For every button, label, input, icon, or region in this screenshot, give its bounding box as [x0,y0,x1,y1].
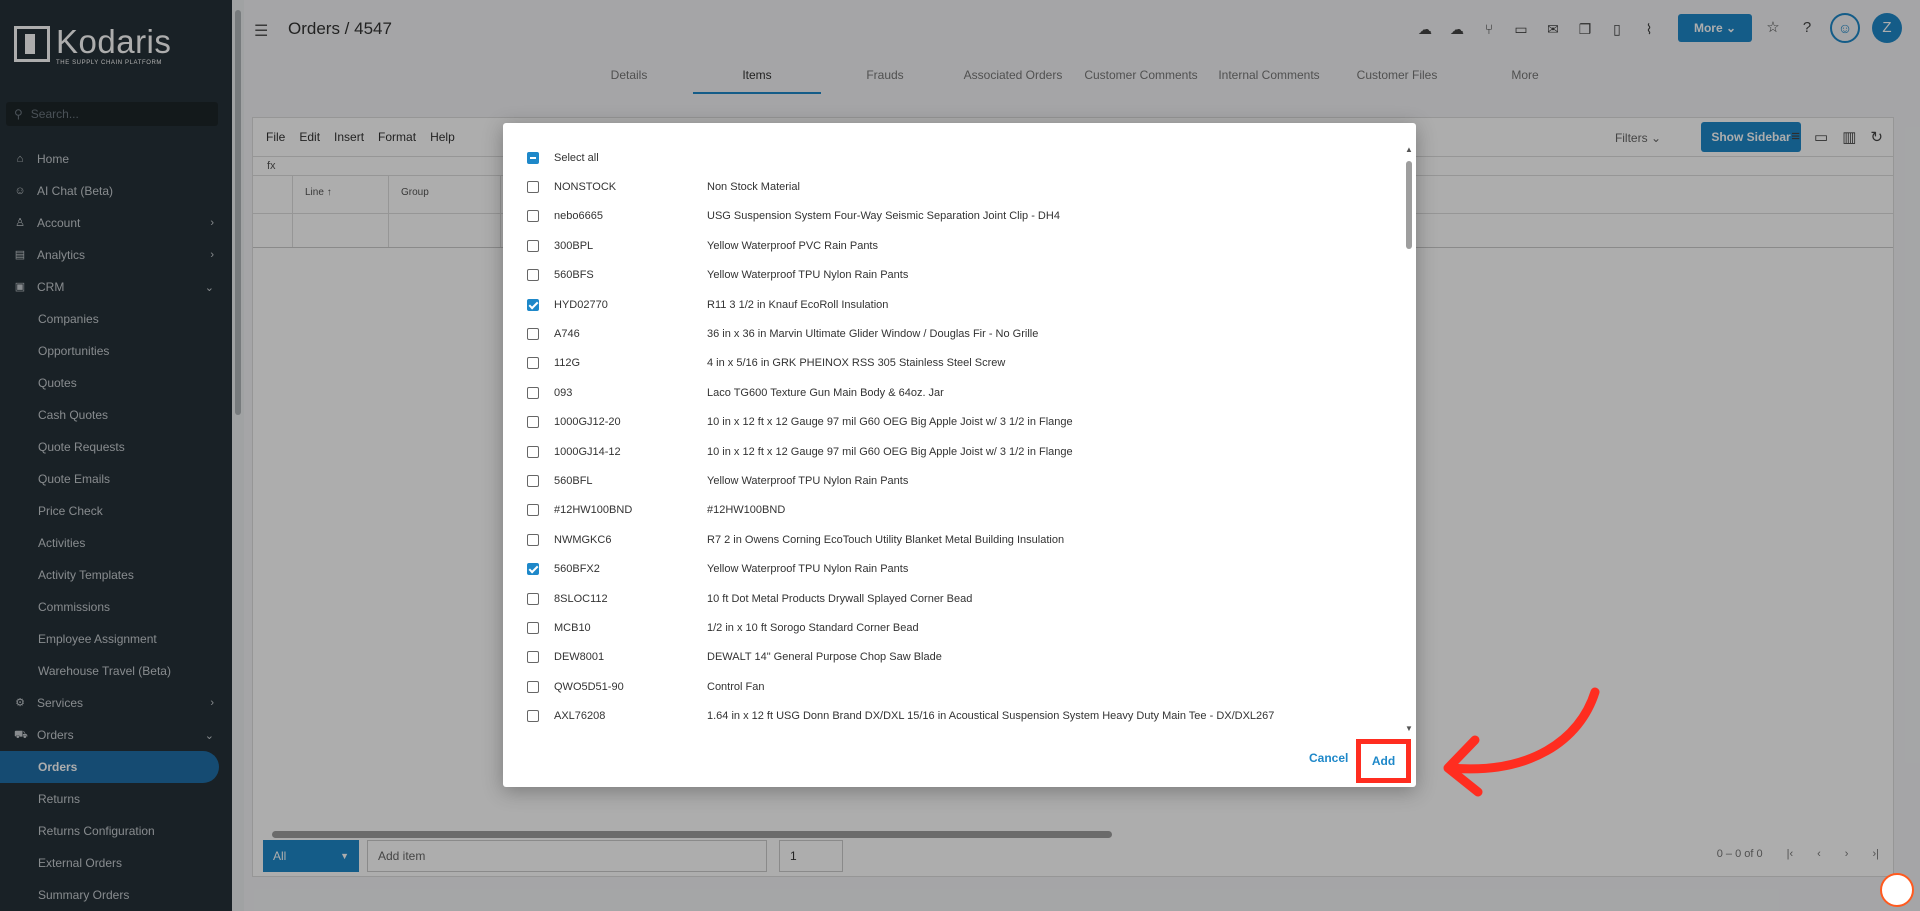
item-description: 10 ft Dot Metal Products Drywall Splayed… [707,592,973,605]
select-all-row[interactable]: Select all [517,143,1397,172]
list-item[interactable]: 093 Laco TG600 Texture Gun Main Body & 64… [517,378,1397,407]
item-code: nebo6665 [554,210,603,223]
list-item[interactable]: 1000GJ12-20 10 in x 12 ft x 12 Gauge 97 m… [517,408,1397,437]
item-checkbox[interactable] [527,474,539,487]
list-item[interactable]: 560BFX2 Yellow Waterproof TPU Nylon Rain … [517,554,1397,583]
item-checkbox[interactable] [527,328,539,341]
item-description: Yellow Waterproof TPU Nylon Rain Pants [707,563,909,576]
item-checklist: Select all NONSTOCK Non Stock Material nebo… [517,143,1397,743]
scroll-up-icon[interactable]: ▲ [1405,145,1413,154]
item-description: Yellow Waterproof TPU Nylon Rain Pants [707,474,909,487]
item-checkbox[interactable] [527,298,539,311]
list-item[interactable]: #12HW100BND #12HW100BND [517,496,1397,525]
item-description: Non Stock Material [707,181,800,194]
item-code: 112G [554,357,581,370]
select-all-checkbox[interactable] [527,151,539,164]
item-checkbox[interactable] [527,563,539,576]
item-checkbox[interactable] [527,181,539,194]
item-checkbox[interactable] [527,210,539,223]
item-description: Yellow Waterproof PVC Rain Pants [707,239,878,252]
list-item[interactable]: 560BFL Yellow Waterproof TPU Nylon Rain P… [517,466,1397,495]
list-item[interactable]: 1000GJ14-12 10 in x 12 ft x 12 Gauge 97 m… [517,437,1397,466]
item-checkbox[interactable] [527,680,539,693]
item-checkbox[interactable] [527,445,539,458]
item-description: R7 2 in Owens Corning EcoTouch Utility B… [707,533,1065,546]
select-items-dialog: Select all NONSTOCK Non Stock Material nebo… [503,123,1416,787]
item-checkbox[interactable] [527,621,539,634]
list-item[interactable]: AXL76208 1.64 in x 12 ft USG Donn Brand D… [517,701,1397,730]
item-code: 560BFS [554,269,594,282]
item-code: A746 [554,328,580,341]
item-description: 1/2 in x 10 ft Sorogo Standard Corner Be… [707,621,919,634]
item-checkbox[interactable] [527,416,539,429]
list-item[interactable]: MCB10 1/2 in x 10 ft Sorogo Standard Corn… [517,613,1397,642]
item-description: 10 in x 12 ft x 12 Gauge 97 mil G60 OEG … [707,416,1073,429]
chat-widget-icon[interactable] [1880,873,1914,907]
item-checkbox[interactable] [527,239,539,252]
add-button-highlight: Add [1356,739,1411,783]
cancel-button[interactable]: Cancel [1309,751,1348,765]
item-checkbox[interactable] [527,386,539,399]
item-code: NONSTOCK [554,181,617,194]
item-description: DEWALT 14" General Purpose Chop Saw Blad… [707,651,942,664]
item-checkbox[interactable] [527,269,539,282]
item-description: Control Fan [707,680,765,693]
item-code: 1000GJ12-20 [554,416,621,429]
item-code: HYD02770 [554,298,608,311]
list-item[interactable]: QWO5D51-90 Control Fan [517,672,1397,701]
item-description: 1.64 in x 12 ft USG Donn Brand DX/DXL 15… [707,710,1275,723]
item-code: #12HW100BND [554,504,633,517]
item-description: R11 3 1/2 in Knauf EcoRoll Insulation [707,298,889,311]
item-checkbox[interactable] [527,357,539,370]
item-checkbox[interactable] [527,710,539,723]
item-description: Yellow Waterproof TPU Nylon Rain Pants [707,269,909,282]
item-checkbox[interactable] [527,504,539,517]
list-item[interactable]: nebo6665 USG Suspension System Four-Way S… [517,202,1397,231]
list-item[interactable]: 8SLOC112 10 ft Dot Metal Products Drywall… [517,584,1397,613]
item-description: 10 in x 12 ft x 12 Gauge 97 mil G60 OEG … [707,445,1073,458]
item-code: QWO5D51-90 [554,680,624,693]
item-checkbox[interactable] [527,533,539,546]
item-code: DEW8001 [554,651,605,664]
item-code: 560BFX2 [554,563,600,576]
item-description: 4 in x 5/16 in GRK PHEINOX RSS 305 Stain… [707,357,1006,370]
add-button[interactable]: Add [1361,744,1406,778]
item-description: USG Suspension System Four-Way Seismic S… [707,210,1060,223]
list-item[interactable]: NWMGKC6 R7 2 in Owens Corning EcoTouch Ut… [517,525,1397,554]
list-item[interactable]: NONSTOCK Non Stock Material [517,172,1397,201]
list-item[interactable]: 112G 4 in x 5/16 in GRK PHEINOX RSS 305 S… [517,349,1397,378]
item-description: Laco TG600 Texture Gun Main Body & 64oz.… [707,386,944,399]
dialog-scrollbar[interactable]: ▲ ▼ [1405,145,1413,733]
item-checkbox[interactable] [527,651,539,664]
item-description: 36 in x 36 in Marvin Ultimate Glider Win… [707,328,1039,341]
dialog-scroll-thumb[interactable] [1406,161,1412,249]
list-item[interactable]: 300BPL Yellow Waterproof PVC Rain Pants [517,231,1397,260]
item-code: 1000GJ14-12 [554,445,621,458]
item-code: AXL76208 [554,710,606,723]
scroll-down-icon[interactable]: ▼ [1405,724,1413,733]
list-item[interactable]: A746 36 in x 36 in Marvin Ultimate Glider… [517,319,1397,348]
item-code: MCB10 [554,621,591,634]
item-checkbox[interactable] [527,592,539,605]
item-code: 8SLOC112 [554,592,608,605]
list-item[interactable]: HYD02770 R11 3 1/2 in Knauf EcoRoll Insul… [517,290,1397,319]
item-code: 093 [554,386,573,399]
item-description: #12HW100BND [707,504,786,517]
item-code: 560BFL [554,474,593,487]
item-code: 300BPL [554,239,594,252]
select-all-label: Select all [554,151,599,164]
list-item[interactable]: 560BFS Yellow Waterproof TPU Nylon Rain P… [517,261,1397,290]
item-code: NWMGKC6 [554,533,612,546]
annotation-arrow-icon [1443,687,1600,797]
list-item[interactable]: DEW8001 DEWALT 14" General Purpose Chop S… [517,643,1397,672]
